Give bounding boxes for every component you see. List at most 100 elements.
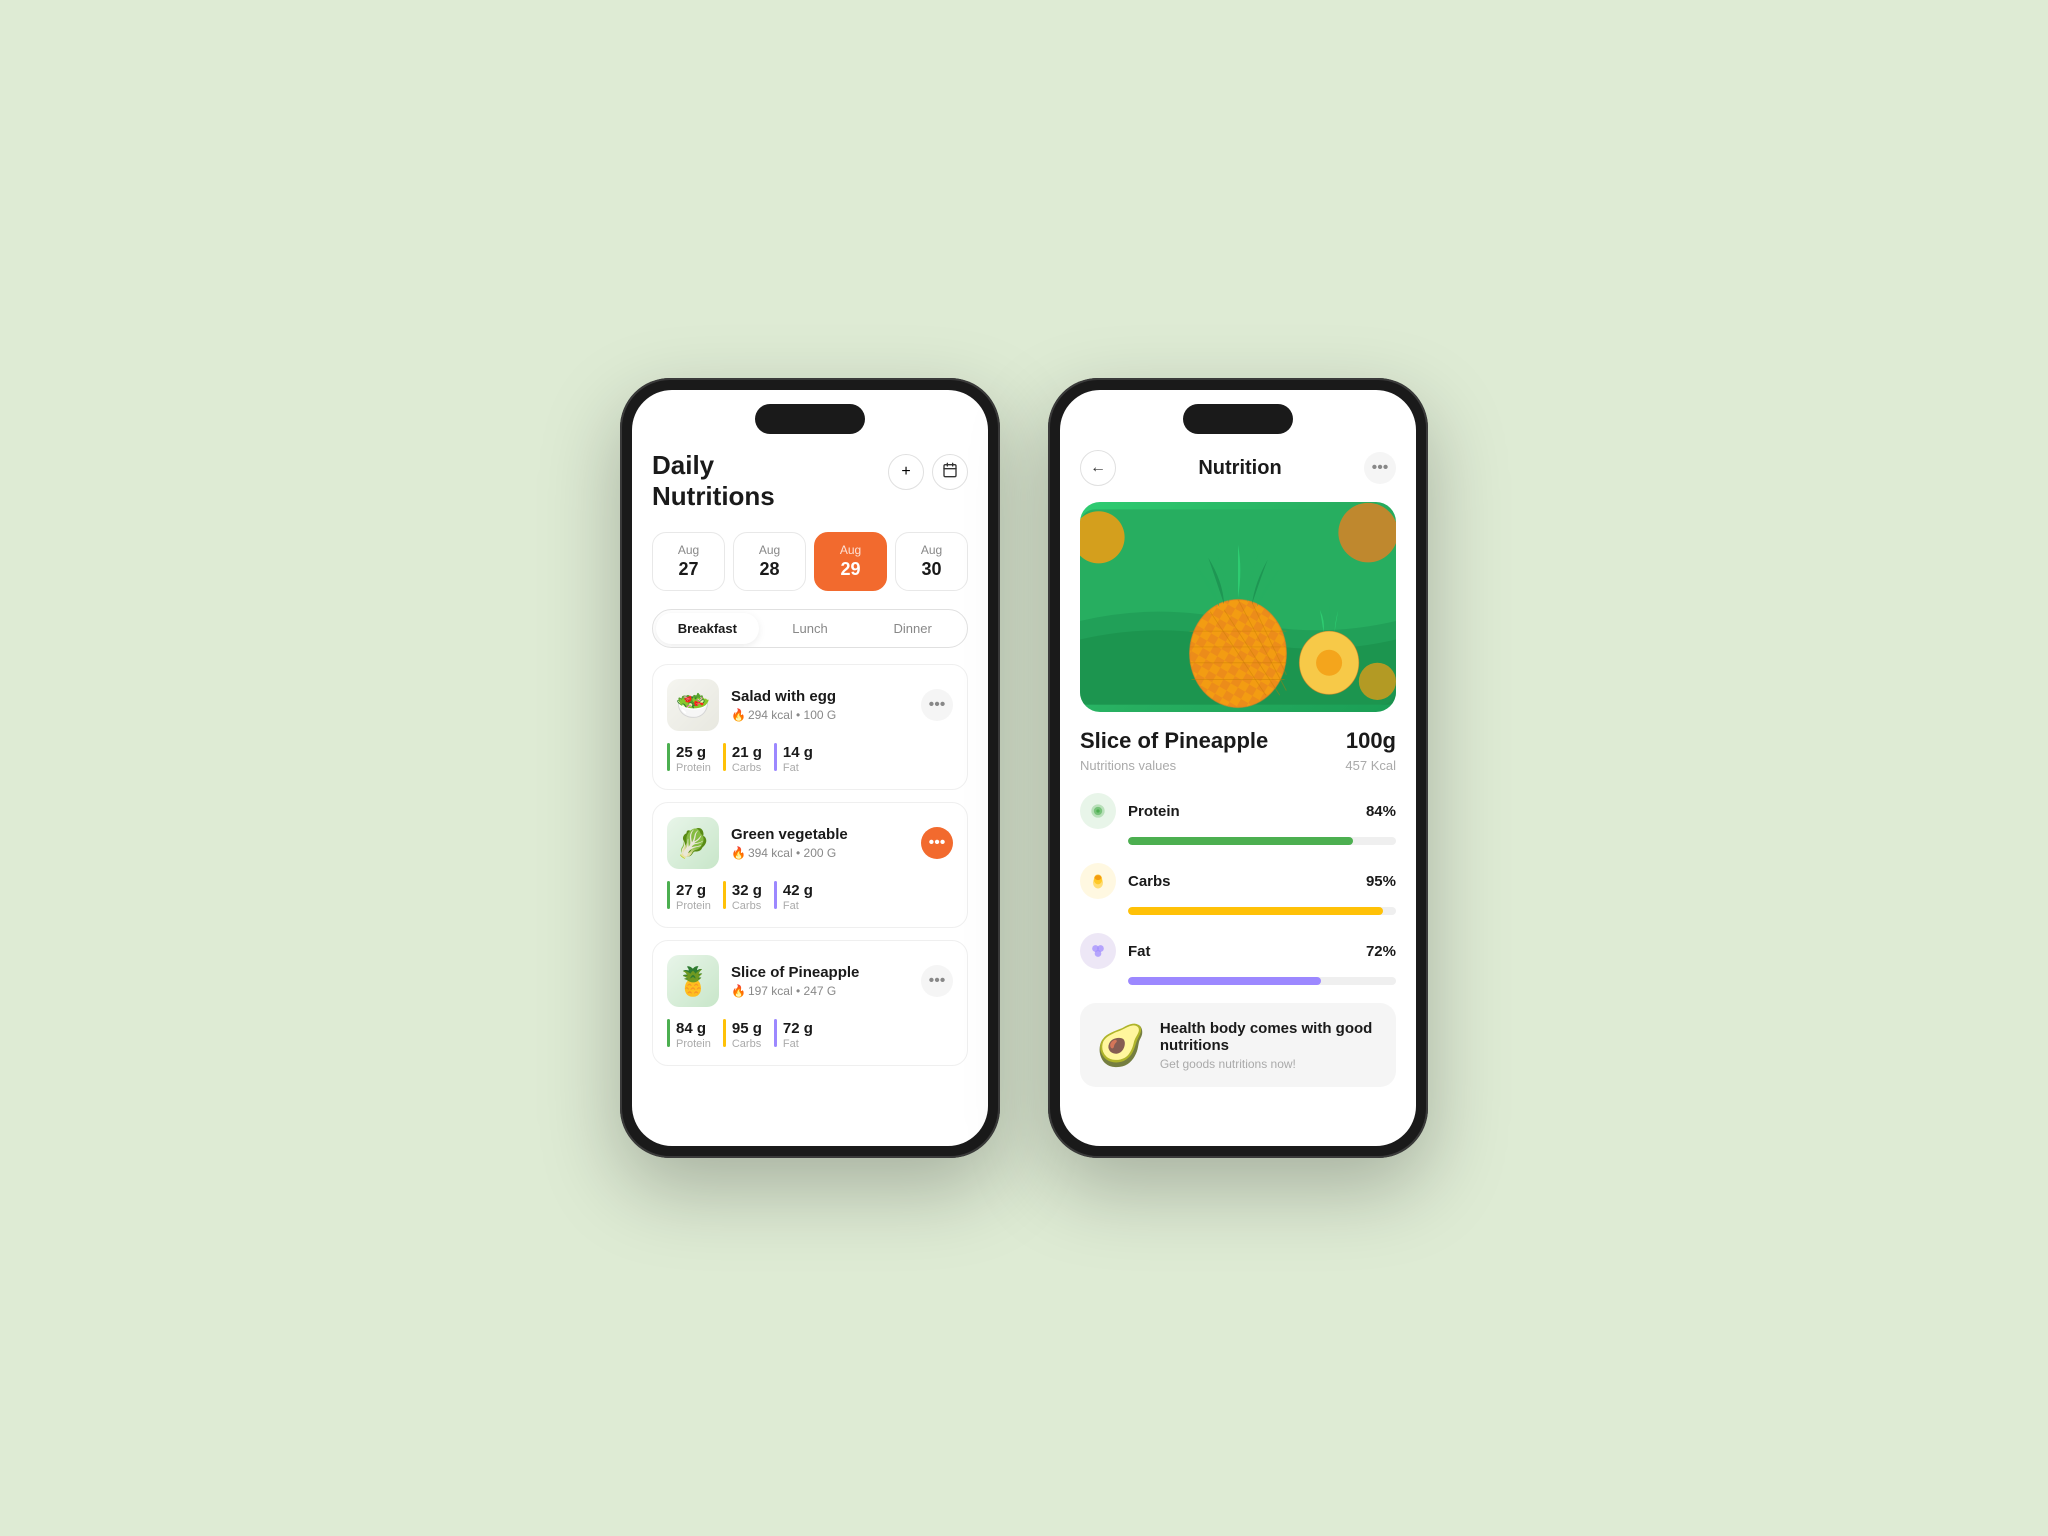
fat-bar-3 [774, 1019, 777, 1047]
item-weight: 100g [1346, 728, 1396, 754]
pineapple-info: Slice of Pineapple 🔥197 kcal • 247 G [731, 964, 909, 998]
pineapple-meta: 🔥197 kcal • 247 G [731, 984, 909, 998]
date-aug27[interactable]: Aug 27 [652, 532, 725, 591]
carbs-icon [1080, 863, 1116, 899]
date-aug29-month: Aug [821, 543, 880, 557]
detail-protein-row: Protein 84% [1080, 793, 1396, 829]
veggie-name: Green vegetable [731, 826, 909, 843]
pineapple-more-button[interactable]: ••• [921, 965, 953, 997]
detail-fat-label: Fat [1128, 943, 1354, 960]
calendar-button[interactable] [932, 454, 968, 490]
pineapple-fat-value: 72 g [783, 1020, 813, 1037]
nutrition-nav-header: ← Nutrition ••• [1080, 450, 1396, 486]
date-aug30[interactable]: Aug 30 [895, 532, 968, 591]
item-kcal: 457 Kcal [1345, 758, 1396, 773]
detail-fat: Fat 72% [1080, 933, 1396, 985]
veggie-carbs-row: 32 g Carbs [723, 881, 762, 913]
plus-icon: + [901, 463, 910, 481]
detail-protein-label: Protein [1128, 803, 1354, 820]
salad-info: Salad with egg 🔥294 kcal • 100 G [731, 688, 909, 722]
pineapple-carbs-label: Carbs [732, 1038, 762, 1050]
notch-1 [755, 404, 865, 434]
salad-name: Salad with egg [731, 688, 909, 705]
pineapple-protein-value: 84 g [676, 1020, 711, 1037]
daily-header: Daily Nutritions + [652, 450, 968, 512]
protein-bar-3 [667, 1019, 670, 1047]
protein-icon [1080, 793, 1116, 829]
protein-progress-track [1128, 837, 1396, 845]
carbs-progress-track [1128, 907, 1396, 915]
date-aug30-day: 30 [902, 559, 961, 580]
salad-fat-row: 14 g Fat [774, 743, 813, 775]
food-card-veggie: 🥬 Green vegetable 🔥394 kcal • 200 G ••• [652, 802, 968, 928]
food-card-veggie-header: 🥬 Green vegetable 🔥394 kcal • 200 G ••• [667, 817, 953, 869]
date-aug29[interactable]: Aug 29 [814, 532, 887, 591]
detail-fat-row: Fat 72% [1080, 933, 1396, 969]
salad-fat: 14 g Fat [774, 743, 813, 775]
header-actions: + [888, 454, 968, 490]
pineapple-fat-row: 72 g Fat [774, 1019, 813, 1051]
pineapple-nutrition: 84 g Protein 95 g C [667, 1019, 953, 1051]
date-aug27-month: Aug [659, 543, 718, 557]
notch-2 [1183, 404, 1293, 434]
tab-lunch[interactable]: Lunch [759, 613, 862, 644]
veggie-fat-value: 42 g [783, 882, 813, 899]
fat-progress-fill [1128, 977, 1321, 985]
fire-icon-2: 🔥 [731, 846, 746, 860]
date-aug30-month: Aug [902, 543, 961, 557]
salad-more-button[interactable]: ••• [921, 689, 953, 721]
phone2-content: ← Nutrition ••• [1060, 390, 1416, 1146]
food-list: 🥗 Salad with egg 🔥294 kcal • 100 G ••• [652, 664, 968, 1066]
tab-breakfast[interactable]: Breakfast [656, 613, 759, 644]
calendar-icon [942, 462, 958, 483]
item-desc: Nutritions values [1080, 758, 1176, 773]
date-aug27-day: 27 [659, 559, 718, 580]
fire-icon-1: 🔥 [731, 708, 746, 722]
banner-title: Health body comes with good nutritions [1160, 1020, 1380, 1054]
fire-icon-3: 🔥 [731, 984, 746, 998]
nutrition-page-title: Nutrition [1198, 457, 1281, 480]
detail-carbs-row: Carbs 95% [1080, 863, 1396, 899]
date-aug28[interactable]: Aug 28 [733, 532, 806, 591]
protein-bar-2 [667, 881, 670, 909]
food-card-pineapple-header: 🍍 Slice of Pineapple 🔥197 kcal • 247 G •… [667, 955, 953, 1007]
phone1-content: Daily Nutritions + [632, 390, 988, 1146]
detail-more-button[interactable]: ••• [1364, 452, 1396, 484]
daily-title: Daily Nutritions [652, 450, 775, 512]
item-header: Slice of Pineapple 100g [1080, 728, 1396, 754]
salad-fat-label: Fat [783, 762, 813, 774]
app-container: Daily Nutritions + [580, 338, 1468, 1198]
protein-progress-fill [1128, 837, 1353, 845]
detail-protein: Protein 84% [1080, 793, 1396, 845]
back-arrow-icon: ← [1090, 459, 1106, 477]
veggie-more-button[interactable]: ••• [921, 827, 953, 859]
carbs-bar-2 [723, 881, 726, 909]
phone1-screen: Daily Nutritions + [632, 390, 988, 1146]
veggie-image: 🥬 [667, 817, 719, 869]
pineapple-hero-image [1080, 502, 1396, 712]
pineapple-fat: 72 g Fat [774, 1019, 813, 1051]
carbs-bar-3 [723, 1019, 726, 1047]
nutrition-details: Protein 84% [1080, 793, 1396, 985]
fat-bar-2 [774, 881, 777, 909]
veggie-fat-label: Fat [783, 900, 813, 912]
item-sub: Nutritions values 457 Kcal [1080, 758, 1396, 773]
avocado-image: 🥑 [1096, 1019, 1146, 1071]
food-card-pineapple: 🍍 Slice of Pineapple 🔥197 kcal • 247 G •… [652, 940, 968, 1066]
date-aug28-month: Aug [740, 543, 799, 557]
veggie-fat: 42 g Fat [774, 881, 813, 913]
salad-protein-value: 25 g [676, 744, 711, 761]
detail-carbs-pct: 95% [1366, 873, 1396, 890]
add-button[interactable]: + [888, 454, 924, 490]
date-aug28-day: 28 [740, 559, 799, 580]
veggie-protein: 27 g Protein [667, 881, 711, 913]
back-button[interactable]: ← [1080, 450, 1116, 486]
tab-dinner[interactable]: Dinner [861, 613, 964, 644]
salad-carbs-value: 21 g [732, 744, 762, 761]
veggie-carbs-label: Carbs [732, 900, 762, 912]
phone2-screen: ← Nutrition ••• [1060, 390, 1416, 1146]
pineapple-protein: 84 g Protein [667, 1019, 711, 1051]
salad-fat-value: 14 g [783, 744, 813, 761]
carbs-progress-fill [1128, 907, 1383, 915]
pineapple-protein-row: 84 g Protein [667, 1019, 711, 1051]
